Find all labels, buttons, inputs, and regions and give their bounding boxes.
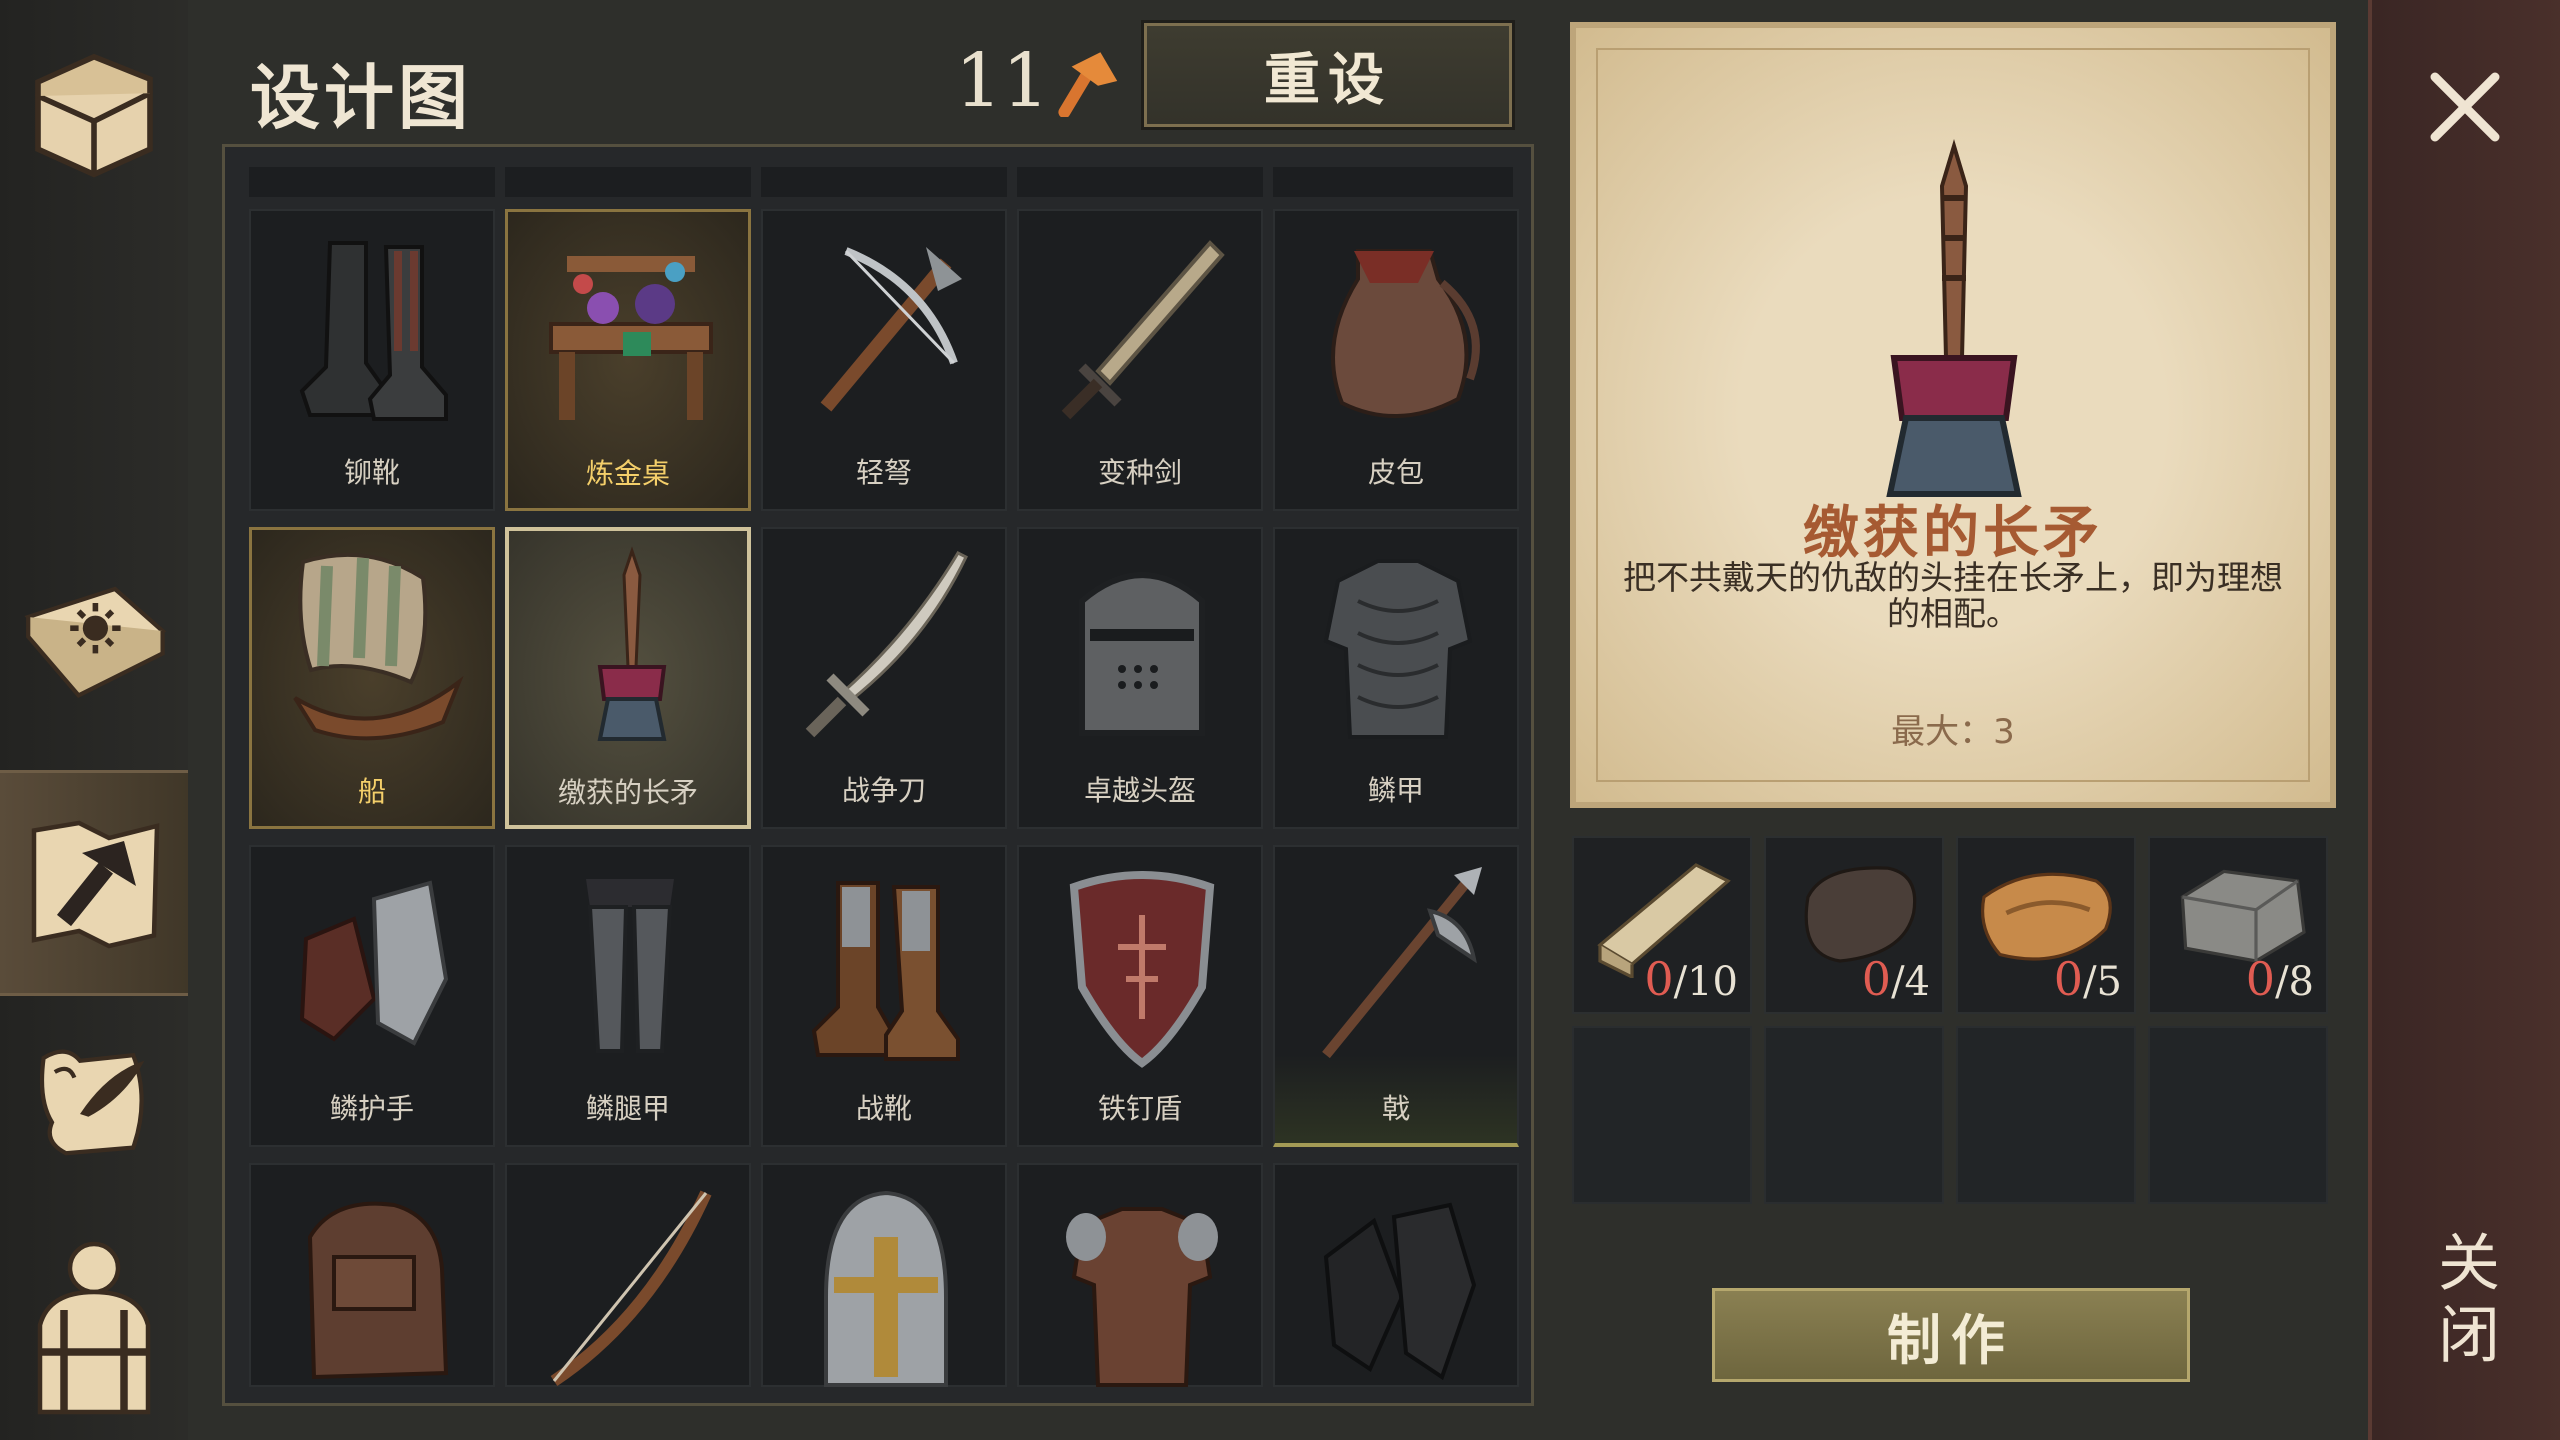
blueprint-label: 缴获的长矛 — [557, 776, 698, 809]
blueprint-label: 轻弩 — [855, 456, 912, 489]
blueprint-slot[interactable]: 卓越头盔 — [1017, 527, 1263, 829]
iron-shield-icon — [1069, 871, 1215, 1068]
blueprint-slot[interactable] — [249, 1163, 495, 1387]
blueprint-slot[interactable]: 战争刀 — [761, 527, 1007, 829]
grid-row-stub — [1017, 167, 1263, 197]
blueprint-label: 铁钉盾 — [1097, 1092, 1182, 1125]
blueprint-hammer-icon — [31, 820, 160, 949]
blueprint-slot[interactable] — [761, 1163, 1007, 1387]
blueprint-count: 11 — [955, 38, 1050, 124]
blueprint-label: 卓越头盔 — [1083, 774, 1196, 807]
page-title: 设计图 — [250, 57, 472, 139]
blueprint-slot[interactable] — [1273, 1163, 1519, 1387]
blueprint-slot[interactable]: 铆靴 — [249, 209, 495, 511]
item-description: 把不共戴天的仇敌的头挂在长矛上，即为理想的相配。 — [1623, 558, 2283, 633]
material-quantity: 0/4 — [1861, 952, 1930, 1006]
blueprint-label: 铆靴 — [343, 456, 400, 489]
sidebar — [0, 0, 188, 1440]
scale-gauntlets-icon — [299, 880, 449, 1046]
material-slot-empty — [2148, 1026, 2328, 1204]
blueprint-label: 鳞护手 — [329, 1092, 414, 1125]
chest-icon — [35, 53, 153, 178]
blueprint-slot[interactable]: 鳞腿甲 — [505, 845, 751, 1147]
blueprint-slot[interactable] — [1017, 1163, 1263, 1387]
craft-button[interactable]: 制作 — [1712, 1288, 2190, 1382]
blueprint-label: 变种剑 — [1097, 456, 1182, 489]
grid-row-stub — [761, 167, 1007, 197]
material-slot-empty — [1956, 1026, 2136, 1204]
sidebar-item-quests[interactable] — [0, 1010, 188, 1190]
grid-row-stub — [505, 167, 751, 197]
captured-spear-icon — [1886, 139, 2022, 497]
blueprint-label: 战争刀 — [841, 774, 926, 807]
crossbow-icon — [820, 247, 962, 412]
sidebar-item-blueprints[interactable] — [0, 770, 188, 996]
hammer-icon — [1058, 52, 1118, 117]
material-slot-empty — [1572, 1026, 1752, 1204]
nasal-helmet-icon — [824, 1190, 948, 1387]
blueprint-slot[interactable]: 轻弩 — [761, 209, 1007, 511]
sword-icon — [1061, 240, 1225, 420]
material-slot[interactable]: 0/10 — [1572, 836, 1752, 1014]
item-detail-panel — [1570, 22, 2336, 808]
boots-icon — [299, 241, 448, 421]
blueprint-label: 鳞甲 — [1367, 774, 1424, 807]
reset-button[interactable]: 重设 — [1141, 20, 1515, 130]
leather-bag-icon — [1331, 249, 1480, 418]
character-backpack-icon — [37, 1241, 151, 1415]
blueprint-slot[interactable]: 变种剑 — [1017, 209, 1263, 511]
sidebar-item-journal[interactable] — [0, 570, 188, 720]
sidebar-item-storage[interactable] — [0, 20, 188, 200]
scroll-quill-icon — [39, 1049, 145, 1156]
blueprint-slot[interactable]: 炼金桌 — [505, 209, 751, 511]
grid-row-stub — [249, 167, 495, 197]
blueprint-slot[interactable]: 皮包 — [1273, 209, 1519, 511]
sun-book-icon — [24, 586, 167, 699]
sidebar-item-character[interactable] — [0, 1220, 188, 1430]
gloves-icon — [1323, 1202, 1477, 1381]
blueprint-label: 皮包 — [1367, 456, 1424, 489]
material-slot[interactable]: 0/8 — [2148, 836, 2328, 1014]
ship-icon — [293, 552, 464, 741]
backpack-icon — [307, 1201, 449, 1380]
halberd-icon — [1322, 867, 1482, 1059]
blueprint-slot[interactable] — [505, 1163, 751, 1387]
blueprint-slot[interactable]: 鳞甲 — [1273, 527, 1519, 829]
leather-armor-icon — [1066, 1207, 1218, 1387]
material-slot[interactable]: 0/5 — [1956, 836, 2136, 1014]
captured-spear-icon — [597, 546, 667, 741]
blueprint-label: 船 — [357, 775, 386, 808]
item-name: 缴获的长矛 — [1803, 501, 2103, 566]
bow-icon — [550, 1190, 712, 1386]
blueprint-slot[interactable]: 战靴 — [761, 845, 1007, 1147]
alchemy-table-icon — [549, 256, 713, 420]
item-max-count: 最大：3 — [1891, 712, 2015, 752]
scale-greaves-icon — [586, 879, 674, 1053]
blueprint-slot[interactable]: 铁钉盾 — [1017, 845, 1263, 1147]
war-boots-icon — [811, 881, 960, 1061]
blueprint-slot[interactable]: 戟 — [1273, 845, 1519, 1147]
blueprint-slot[interactable]: 鳞护手 — [249, 845, 495, 1147]
material-slot-empty — [1764, 1026, 1944, 1204]
close-label[interactable]: 关闭 — [2418, 1230, 2508, 1374]
blueprint-label: 战靴 — [855, 1092, 912, 1125]
war-blade-icon — [805, 551, 968, 738]
close-icon[interactable] — [2420, 62, 2510, 152]
blueprint-label: 戟 — [1381, 1092, 1410, 1125]
material-quantity: 0/8 — [2245, 952, 2314, 1006]
scale-armor-icon — [1323, 559, 1473, 739]
close-strip[interactable] — [2368, 0, 2560, 1440]
blueprint-slot[interactable]: 船 — [249, 527, 495, 829]
material-quantity: 0/10 — [1644, 952, 1738, 1006]
material-quantity: 0/5 — [2053, 952, 2122, 1006]
material-slot[interactable]: 0/4 — [1764, 836, 1944, 1014]
blueprint-grid: 铆靴 炼金桌 轻弩 变种剑 皮包 船 缴获的长矛 战争刀 卓越头盔 鳞甲 鳞护手 — [222, 144, 1534, 1406]
blueprint-label: 鳞腿甲 — [585, 1092, 670, 1125]
blueprint-label: 炼金桌 — [585, 457, 670, 490]
great-helm-icon — [1079, 572, 1205, 736]
grid-row-stub — [1273, 167, 1513, 197]
blueprint-slot[interactable]: 缴获的长矛 — [505, 527, 751, 829]
